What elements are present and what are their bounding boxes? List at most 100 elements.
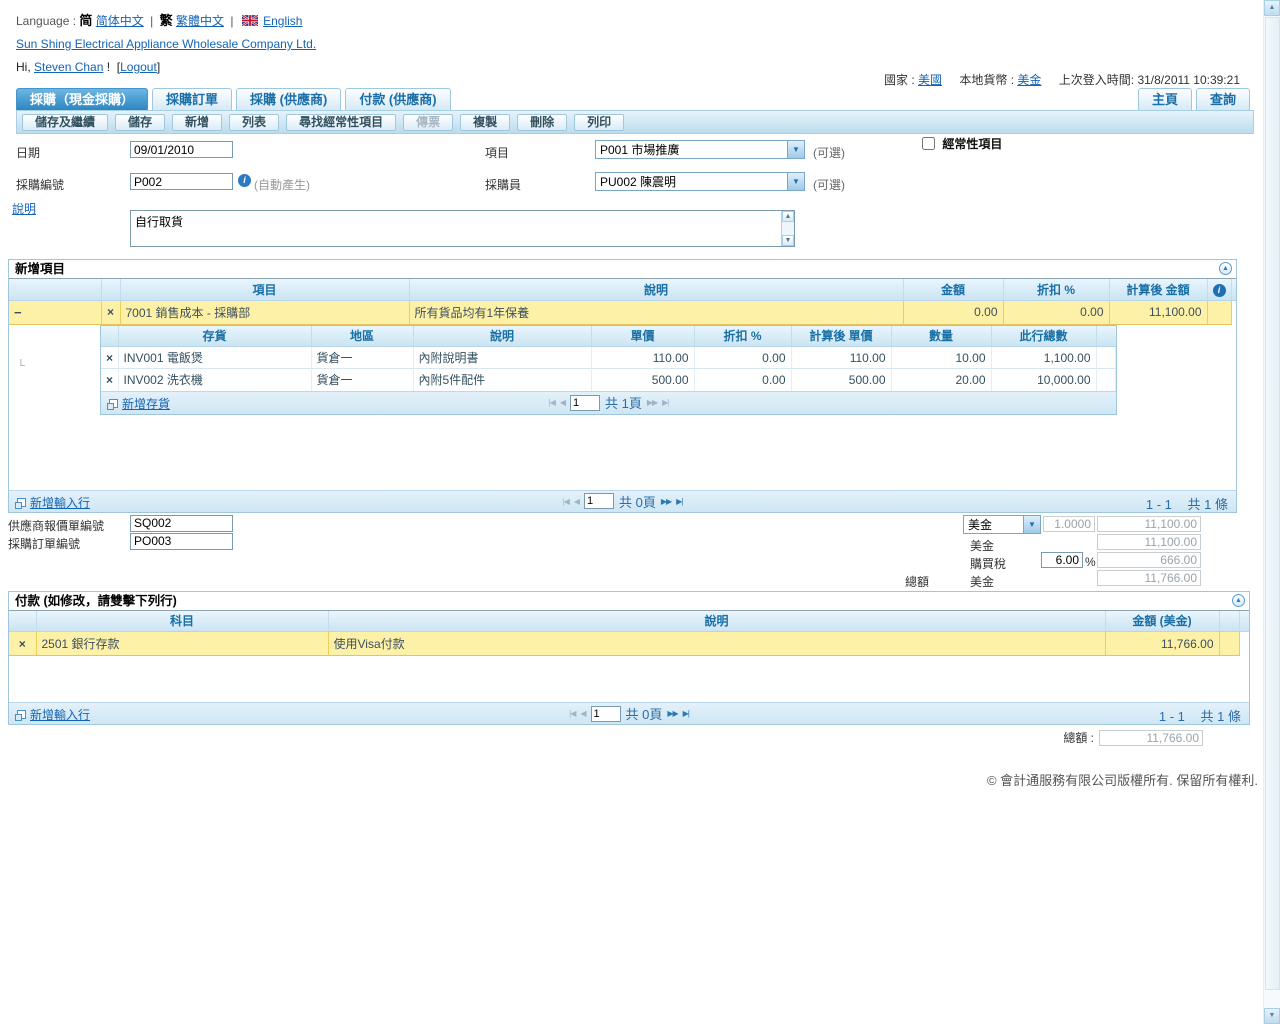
recurring-checkbox[interactable]: [922, 137, 935, 150]
page-input[interactable]: [584, 493, 614, 509]
pager-last-icon[interactable]: ▶|: [683, 709, 689, 718]
pager-next-icon[interactable]: ▶▶: [661, 497, 671, 506]
print-button[interactable]: 列印: [574, 114, 624, 131]
language-label: Language :: [16, 14, 76, 28]
col-area-header: 地區: [311, 326, 413, 347]
scrollbar-thumb[interactable]: [1265, 17, 1280, 990]
simplified-prefix: 简: [79, 13, 92, 28]
pager-prev-icon[interactable]: ◀: [580, 709, 585, 718]
local-currency-link[interactable]: 美金: [1017, 73, 1041, 87]
textarea-scrollbar[interactable]: ▲ ▼: [781, 211, 794, 246]
tab-purchase-cash[interactable]: 採購（現金採購）: [16, 88, 148, 110]
tab-payment-supplier[interactable]: 付款 (供應商): [345, 88, 450, 110]
tax-rate-input[interactable]: [1041, 552, 1083, 568]
scroll-up-icon[interactable]: ▲: [782, 211, 794, 222]
purchase-order-input[interactable]: [130, 533, 233, 550]
scroll-down-icon[interactable]: ▼: [1264, 1008, 1280, 1024]
page-input[interactable]: [570, 395, 600, 411]
traditional-chinese-link[interactable]: 繁體中文: [176, 14, 224, 28]
add-payment-row-link[interactable]: 新增輸入行: [30, 706, 90, 723]
supplier-quote-label: 供應商報價單編號: [8, 517, 104, 534]
col-delete-header: [9, 611, 36, 632]
purchase-no-input[interactable]: [130, 173, 233, 190]
info-icon: i: [238, 174, 251, 187]
query-button[interactable]: 查詢: [1196, 88, 1250, 110]
scroll-up-icon[interactable]: ▲: [1264, 0, 1280, 16]
purchaser-optional: (可選): [813, 176, 845, 193]
country-label: 國家 :: [884, 73, 915, 87]
item-row[interactable]: − × 7001 銷售成本 - 採購部 所有貨品均有1年保養 0.00 0.00…: [9, 300, 1236, 324]
separator: |: [230, 14, 233, 28]
pager-first-icon[interactable]: |◀: [563, 497, 569, 506]
record-total: 共 1 條: [1188, 497, 1228, 512]
page-input[interactable]: [591, 706, 621, 722]
pager-first-icon[interactable]: |◀: [549, 398, 555, 407]
refs-and-totals: 供應商報價單編號 採購訂單編號 美金 ▼ 美金 購買稅 % 總額 美金: [0, 513, 1280, 591]
simplified-chinese-link[interactable]: 简体中文: [96, 14, 144, 28]
date-input[interactable]: [130, 141, 233, 158]
chevron-down-icon[interactable]: ▼: [787, 173, 804, 190]
pager-next-icon[interactable]: ▶▶: [667, 709, 677, 718]
delete-button[interactable]: 刪除: [517, 114, 567, 131]
project-select[interactable]: P001 市場推廣 ▼: [595, 140, 805, 159]
col-desc-header: 說明: [409, 279, 903, 300]
collapse-icon[interactable]: ▲: [1232, 594, 1245, 607]
vertical-scrollbar[interactable]: ▲ ▼: [1263, 0, 1280, 1024]
collapse-icon[interactable]: ▲: [1219, 262, 1232, 275]
pager-prev-icon[interactable]: ◀: [560, 398, 565, 407]
pager-last-icon[interactable]: ▶|: [662, 398, 668, 407]
toolbar: 儲存及繼續 儲存 新增 列表 尋找經常性項目 傳票 複製 刪除 列印: [16, 110, 1254, 134]
delete-row-icon[interactable]: ×: [9, 632, 36, 656]
description-link[interactable]: 說明: [12, 200, 36, 217]
scroll-down-icon[interactable]: ▼: [782, 235, 794, 246]
supplier-quote-input[interactable]: [130, 515, 233, 532]
col-delete-header: [101, 326, 118, 347]
item-amount-cell: 0.00: [903, 300, 1003, 324]
collapse-row-icon[interactable]: −: [9, 300, 101, 324]
pager-prev-icon[interactable]: ◀: [574, 497, 579, 506]
add-inventory[interactable]: 新增存貨: [109, 395, 170, 412]
grand-total-label: 總額 :: [1063, 729, 1094, 746]
pager-next-icon[interactable]: ▶▶: [647, 398, 657, 407]
add-input-row-link[interactable]: 新增輸入行: [30, 494, 90, 511]
unit-price-cell: 500.00: [591, 369, 694, 391]
english-link[interactable]: English: [263, 14, 302, 28]
save-continue-button[interactable]: 儲存及繼續: [22, 114, 108, 131]
payment-row[interactable]: × 2501 銀行存款 使用Visa付款 11,766.00: [9, 632, 1249, 656]
add-input-row[interactable]: 新增輸入行: [17, 494, 90, 511]
inventory-row[interactable]: × INV001 電飯煲 貨倉一 內附說明書 110.00 0.00 110.0…: [101, 347, 1116, 369]
exchange-rate-input: [1043, 516, 1095, 532]
add-window-icon: [17, 710, 26, 719]
description-textarea[interactable]: 自行取貨 ▲ ▼: [130, 210, 795, 247]
delete-row-icon[interactable]: ×: [101, 369, 118, 391]
country-link[interactable]: 美國: [918, 73, 942, 87]
tab-purchase-supplier[interactable]: 採購 (供應商): [236, 88, 341, 110]
copy-button[interactable]: 複製: [460, 114, 510, 131]
add-inventory-link[interactable]: 新增存貨: [122, 395, 170, 412]
delete-row-icon[interactable]: ×: [101, 347, 118, 369]
user-link[interactable]: Steven Chan: [34, 60, 103, 74]
col-discount-header: 折扣 %: [1003, 279, 1109, 300]
inventory-row[interactable]: × INV002 洗衣機 貨倉一 內附5件配件 500.00 0.00 500.…: [101, 369, 1116, 391]
find-recurring-button[interactable]: 尋找經常性項目: [286, 114, 396, 131]
col-qty-header: 數量: [891, 326, 991, 347]
logout-link[interactable]: Logout: [120, 60, 157, 74]
last-login-value: 31/8/2011 10:39:21: [1137, 73, 1240, 87]
chevron-down-icon[interactable]: ▼: [787, 141, 804, 158]
add-payment-row[interactable]: 新增輸入行: [17, 706, 90, 723]
tab-purchase-order[interactable]: 採購訂單: [152, 88, 232, 110]
new-button[interactable]: 新增: [172, 114, 222, 131]
save-button[interactable]: 儲存: [115, 114, 165, 131]
currency-select[interactable]: 美金 ▼: [963, 515, 1041, 534]
project-value: P001 市場推廣: [596, 141, 787, 158]
chevron-down-icon[interactable]: ▼: [1023, 516, 1040, 533]
items-bottom-bar: 新增輸入行 |◀ ◀ 共 0頁 ▶▶ ▶| 1 - 1 共 1 條: [9, 490, 1236, 512]
purchaser-select[interactable]: PU002 陳震明 ▼: [595, 172, 805, 191]
pager-first-icon[interactable]: |◀: [569, 709, 575, 718]
company-link[interactable]: Sun Shing Electrical Appliance Wholesale…: [16, 37, 316, 51]
list-button[interactable]: 列表: [229, 114, 279, 131]
col-info-header: i: [1207, 279, 1231, 300]
home-button[interactable]: 主頁: [1138, 88, 1192, 110]
pager-last-icon[interactable]: ▶|: [676, 497, 682, 506]
delete-row-icon[interactable]: ×: [101, 300, 120, 324]
